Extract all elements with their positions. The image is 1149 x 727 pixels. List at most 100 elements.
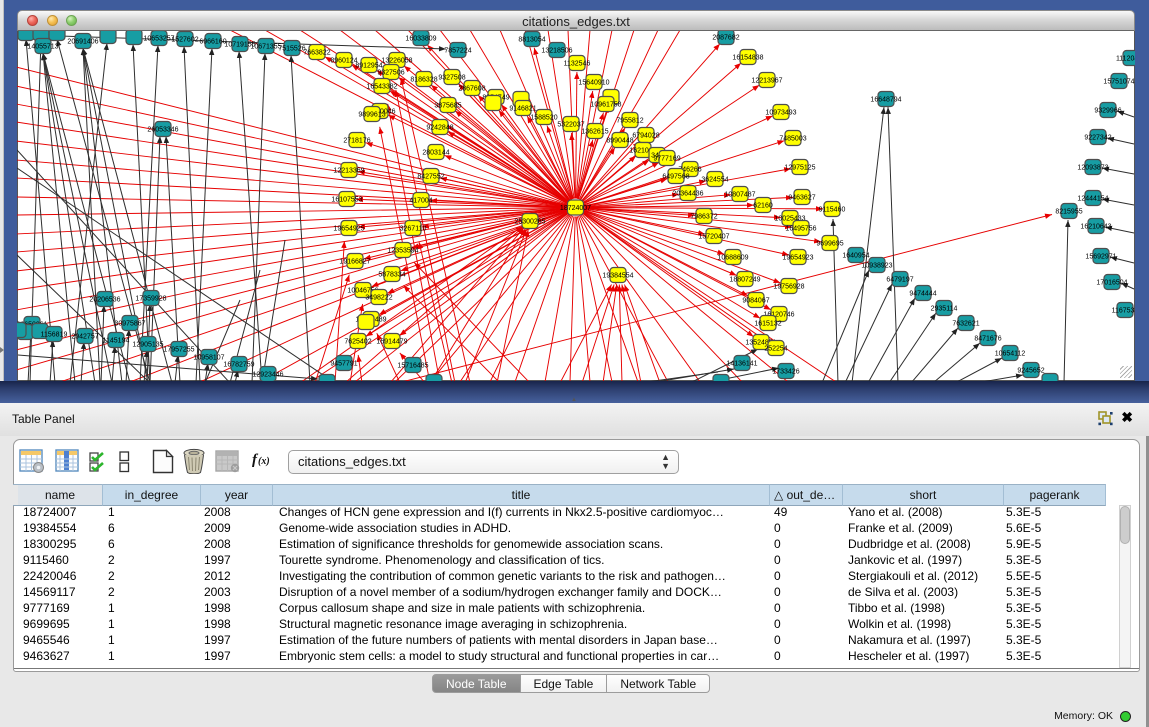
svg-text:9245652: 9245652	[1017, 368, 1044, 375]
svg-text:2803144: 2803144	[422, 150, 449, 157]
svg-text:1640954: 1640954	[842, 253, 869, 260]
svg-text:12444154: 12444154	[1077, 196, 1108, 203]
svg-text:17957255: 17957255	[163, 347, 194, 354]
svg-text:6479197: 6479197	[886, 277, 913, 284]
svg-text:10958107: 10958107	[193, 355, 224, 362]
svg-text:10654112: 10654112	[995, 351, 1026, 358]
svg-text:9457791: 9457791	[330, 361, 357, 368]
svg-text:15716485: 15716485	[397, 363, 428, 370]
svg-text:3624554: 3624554	[701, 177, 728, 184]
svg-text:8960124: 8960124	[330, 58, 357, 65]
svg-text:13218506: 13218506	[541, 48, 572, 55]
svg-text:3267110: 3267110	[400, 226, 427, 233]
svg-text:12093873: 12093873	[1077, 165, 1108, 172]
svg-text:18807249: 18807249	[729, 277, 760, 284]
svg-text:9115460: 9115460	[819, 207, 846, 214]
svg-text:7515526: 7515526	[278, 46, 305, 53]
svg-text:12905135: 12905135	[132, 342, 163, 349]
svg-text:1588520: 1588520	[530, 115, 557, 122]
svg-text:15751074: 15751074	[1103, 79, 1134, 86]
svg-text:1362615: 1362615	[581, 129, 608, 136]
svg-text:8427552: 8427552	[417, 174, 444, 181]
svg-text:9777169: 9777169	[653, 156, 680, 163]
svg-text:10938923: 10938923	[861, 263, 892, 270]
svg-text:26053346: 26053346	[147, 127, 178, 134]
svg-text:1156819: 1156819	[41, 332, 68, 339]
svg-text:19654923: 19654923	[782, 255, 813, 262]
svg-text:2867608: 2867608	[458, 86, 485, 93]
svg-text:3875685: 3875685	[434, 103, 461, 110]
svg-text:1615132: 1615132	[754, 321, 781, 328]
svg-text:17016504: 17016504	[1096, 280, 1127, 287]
svg-text:2087682: 2087682	[712, 35, 739, 42]
svg-text:9327508: 9327508	[438, 75, 465, 82]
svg-text:10653257: 10653257	[143, 36, 174, 43]
svg-text:16210643: 16210643	[1080, 224, 1111, 231]
svg-text:8990448: 8990448	[606, 138, 633, 145]
svg-text:10807487: 10807487	[724, 192, 755, 199]
svg-text:9242848: 9242848	[426, 125, 453, 132]
svg-text:417004: 417004	[409, 198, 432, 205]
svg-text:2942757: 2942757	[71, 334, 98, 341]
svg-text:10961758: 10961758	[590, 102, 621, 109]
svg-text:9899613: 9899613	[358, 112, 385, 119]
svg-text:16648794: 16648794	[870, 97, 901, 104]
svg-text:5878334: 5878334	[378, 272, 405, 279]
svg-text:3498222: 3498222	[365, 295, 392, 302]
svg-text:7485003: 7485003	[779, 136, 806, 143]
svg-text:14055713: 14055713	[27, 44, 58, 51]
svg-text:6966160: 6966160	[199, 39, 226, 46]
svg-text:12353594: 12353594	[387, 248, 418, 255]
svg-text:8912954: 8912954	[355, 63, 382, 70]
svg-text:19166827: 19166827	[339, 259, 370, 266]
svg-text:16914479: 16914479	[376, 339, 407, 346]
svg-text:10688609: 10688609	[717, 255, 748, 262]
svg-text:25300265: 25300265	[514, 219, 545, 226]
svg-text:10973493: 10973493	[765, 110, 796, 117]
svg-text:12213967: 12213967	[751, 78, 782, 85]
svg-text:9463627: 9463627	[788, 195, 815, 202]
svg-text:9474444: 9474444	[909, 291, 936, 298]
svg-text:18724007: 18724007	[560, 205, 591, 212]
svg-text:252254: 252254	[764, 346, 787, 353]
svg-text:12975125: 12975125	[784, 165, 815, 172]
svg-text:20206536: 20206536	[89, 297, 120, 304]
svg-text:16495756: 16495756	[785, 226, 816, 233]
svg-text:1145194: 1145194	[103, 338, 130, 345]
svg-text:1132546: 1132546	[564, 61, 591, 68]
svg-text:10671355: 10671355	[250, 44, 281, 51]
svg-text:8471676: 8471676	[974, 336, 1001, 343]
svg-text:13226058: 13226058	[381, 58, 412, 65]
svg-text:1733426: 1733426	[772, 369, 799, 376]
svg-text:16154838: 16154838	[732, 55, 763, 62]
svg-text:(x): (x)	[258, 456, 270, 467]
svg-text:19756928: 19756928	[773, 284, 804, 291]
svg-text:8186328: 8186328	[410, 77, 437, 84]
svg-text:15692971: 15692971	[1085, 254, 1116, 261]
svg-text:17359928: 17359928	[135, 296, 166, 303]
svg-text:9329966: 9329966	[1094, 108, 1121, 115]
svg-text:9084067: 9084067	[742, 298, 769, 305]
svg-text:6794028: 6794028	[632, 133, 659, 140]
svg-text:20364436: 20364436	[672, 191, 703, 198]
svg-text:1527602: 1527602	[171, 37, 198, 44]
svg-text:9227342: 9227342	[1084, 135, 1111, 142]
svg-text:16107553: 16107553	[331, 197, 362, 204]
svg-text:7857224: 7857224	[444, 48, 471, 55]
svg-text:16543382: 16543382	[366, 84, 397, 91]
svg-text:62160: 62160	[753, 203, 773, 210]
svg-text:7663822: 7663822	[303, 50, 330, 57]
svg-text:7955812: 7955812	[616, 118, 643, 125]
svg-text:14136141: 14136141	[726, 361, 757, 368]
svg-text:7625402: 7625402	[344, 339, 371, 346]
svg-text:6497568: 6497568	[662, 174, 689, 181]
svg-text:9146821: 9146821	[509, 106, 536, 113]
svg-text:11120474: 11120474	[1116, 56, 1135, 63]
svg-text:7986372: 7986372	[690, 214, 717, 221]
svg-text:2718176: 2718176	[343, 138, 370, 145]
svg-text:19654925: 19654925	[333, 226, 364, 233]
svg-text:5322037: 5322037	[557, 122, 584, 129]
svg-text:2935114: 2935114	[931, 306, 958, 313]
svg-text:30975867: 30975867	[114, 321, 145, 328]
svg-text:15640910: 15640910	[578, 80, 609, 87]
